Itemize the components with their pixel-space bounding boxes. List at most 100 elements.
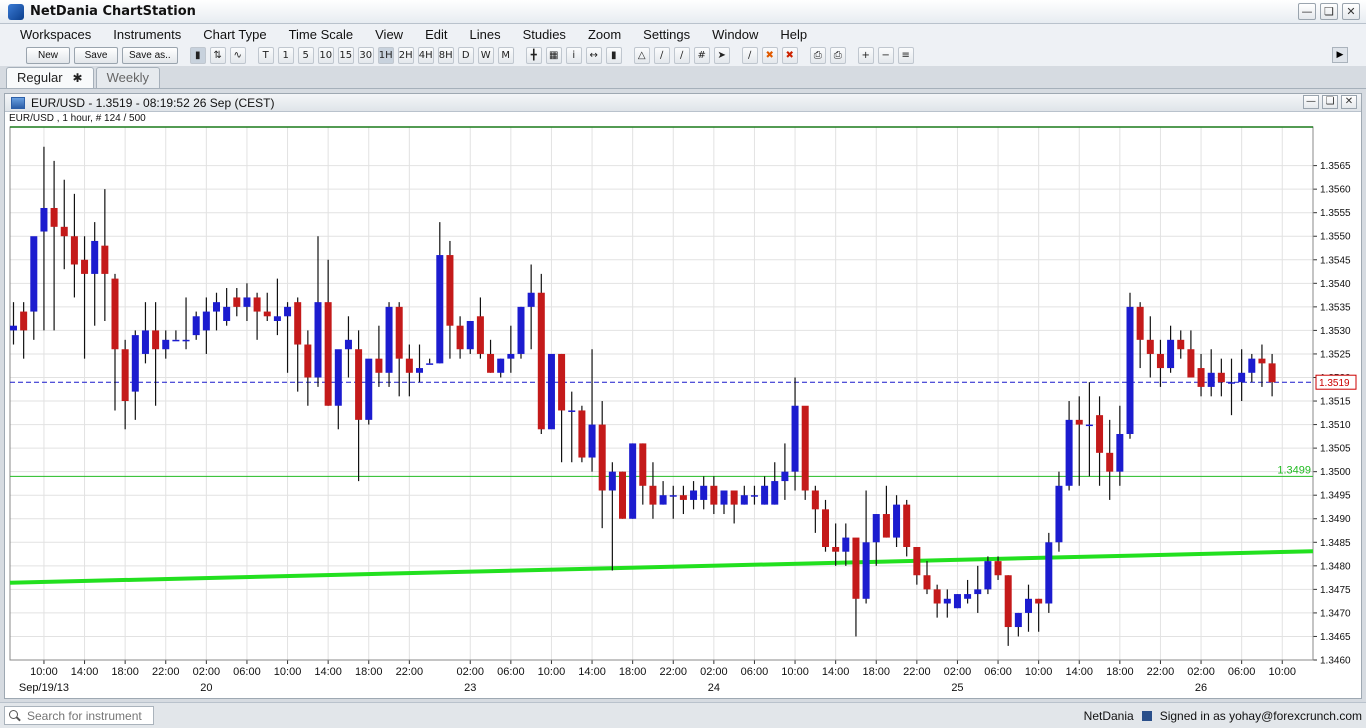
candle-up [984, 561, 992, 590]
candle-down [822, 509, 829, 547]
alert-bell-icon[interactable]: △ [633, 46, 650, 64]
tab-weekly-label: Weekly [106, 70, 149, 85]
delete-all-icon[interactable]: ✖ [781, 46, 798, 64]
x-tick-label: 22:00 [659, 666, 687, 678]
menu-lines[interactable]: Lines [469, 27, 500, 42]
timeframe-4h-button[interactable]: 4H [417, 46, 434, 64]
status-bar: NetDania Signed in as yohay@forexcrunch.… [0, 702, 1366, 728]
x-tick-label: 18:00 [619, 666, 647, 678]
timeframe-15-button[interactable]: 15 [337, 46, 354, 64]
y-tick-label: 1.3515 [1320, 397, 1351, 408]
candle-down [324, 302, 332, 406]
x-tick-label: 02:00 [456, 666, 484, 678]
candle-up [1126, 306, 1134, 434]
x-tick-label: 22:00 [903, 666, 931, 678]
candle-down [121, 349, 129, 402]
x-tick-label: 22:00 [152, 666, 180, 678]
trendline-tool-icon[interactable]: ∕ [653, 46, 670, 64]
close-icon[interactable]: ✕ [1342, 3, 1360, 20]
candle-down [101, 245, 109, 274]
menu-studies[interactable]: Studies [523, 27, 566, 42]
zoom-out-icon[interactable]: − [877, 46, 894, 64]
candle-down [1096, 415, 1104, 453]
menu-help[interactable]: Help [780, 27, 807, 42]
candle-up [40, 207, 48, 232]
candle-up [1248, 358, 1256, 373]
candle-up [974, 589, 982, 595]
timeframe-m-button[interactable]: M [497, 46, 514, 64]
menu-instruments[interactable]: Instruments [113, 27, 181, 42]
y-tick-label: 1.3470 [1320, 608, 1351, 619]
x-tick-label: 02:00 [1187, 666, 1215, 678]
draw-line-icon[interactable]: ∕ [741, 46, 758, 64]
volume-icon[interactable]: ▮ [605, 46, 622, 64]
tab-weekly[interactable]: Weekly [95, 67, 160, 88]
menu-zoom[interactable]: Zoom [588, 27, 621, 42]
timeframe-2h-button[interactable]: 2H [397, 46, 414, 64]
chart-window: EUR/USD - 1.3519 - 08:19:52 26 Sep (CEST… [4, 93, 1362, 699]
menu-edit[interactable]: Edit [425, 27, 447, 42]
menu-chart-type[interactable]: Chart Type [203, 27, 266, 42]
timeframe-d-button[interactable]: D [457, 46, 474, 64]
candle-up [223, 306, 231, 321]
timeframe-30-button[interactable]: 30 [357, 46, 374, 64]
candle-up [30, 236, 38, 312]
zoom-reset-icon[interactable]: ≡ [897, 46, 914, 64]
channel-tool-icon[interactable]: ∕ [673, 46, 690, 64]
candle-up [141, 330, 149, 354]
collapse-toolbar-icon[interactable]: ▶ [1332, 47, 1348, 63]
candle-down [355, 349, 363, 420]
candlestick-icon[interactable]: ▮ [189, 46, 206, 64]
cursor-icon[interactable]: ➤ [713, 46, 730, 64]
info-icon[interactable]: i [565, 46, 582, 64]
app-window: NetDania ChartStation — ❏ ✕ Workspaces I… [0, 0, 1366, 728]
menu-window[interactable]: Window [712, 27, 758, 42]
tab-regular[interactable]: Regular ✱ [6, 67, 94, 88]
candle-down [50, 207, 58, 227]
candle-down [1146, 339, 1154, 354]
line-chart-icon[interactable]: ∿ [229, 46, 246, 64]
x-tick-label: 18:00 [862, 666, 890, 678]
fibonacci-tool-icon[interactable]: # [693, 46, 710, 64]
x-date-label: 26 [1195, 682, 1207, 694]
save-button[interactable]: Save [74, 46, 118, 64]
minimize-icon[interactable]: — [1298, 3, 1316, 20]
ohlc-bar-icon[interactable]: ⇅ [209, 46, 226, 64]
candle-down [832, 546, 840, 552]
y-tick-label: 1.3530 [1320, 326, 1351, 337]
menu-time-scale[interactable]: Time Scale [289, 27, 354, 42]
grid-icon[interactable]: ▦ [545, 46, 562, 64]
candle-up [1207, 372, 1215, 387]
timeframe-8h-button[interactable]: 8H [437, 46, 454, 64]
timeframe-1h-button[interactable]: 1H [377, 46, 394, 64]
candle-up [466, 320, 474, 350]
menu-view[interactable]: View [375, 27, 403, 42]
restore-icon[interactable]: ❏ [1320, 3, 1338, 20]
price-chart[interactable]: 1.3460 1.3465 1.3470 1.3475 1.3480 1.3485 1.34… [5, 94, 1361, 698]
print-preview-icon[interactable]: ⎙ [829, 46, 846, 64]
scroll-icon[interactable]: ↔ [585, 46, 602, 64]
delete-lines-icon[interactable]: ✖ [761, 46, 778, 64]
close-tab-icon[interactable]: ✱ [73, 71, 83, 85]
app-title: NetDania ChartStation [30, 4, 196, 19]
candle-down [801, 405, 809, 491]
timeframe-1-button[interactable]: 1 [277, 46, 294, 64]
menu-settings[interactable]: Settings [643, 27, 690, 42]
zoom-in-icon[interactable]: + [857, 46, 874, 64]
save-as-button[interactable]: Save as.. [122, 46, 178, 64]
candle-down [1156, 353, 1164, 369]
timeframe-t-button[interactable]: T [257, 46, 274, 64]
new-button[interactable]: New [26, 46, 70, 64]
timeframe-5-button[interactable]: 5 [297, 46, 314, 64]
candle-up [690, 490, 698, 500]
candle-up [1238, 372, 1246, 383]
x-tick-label: 02:00 [700, 666, 728, 678]
menu-workspaces[interactable]: Workspaces [20, 27, 91, 42]
crosshair-icon[interactable]: ╋ [525, 46, 542, 64]
current-price-label: 1.3519 [1319, 378, 1350, 389]
search-input[interactable] [27, 708, 152, 723]
timeframe-w-button[interactable]: W [477, 46, 494, 64]
print-icon[interactable]: ⎙ [809, 46, 826, 64]
candle-down [994, 561, 1002, 576]
timeframe-10-button[interactable]: 10 [317, 46, 334, 64]
